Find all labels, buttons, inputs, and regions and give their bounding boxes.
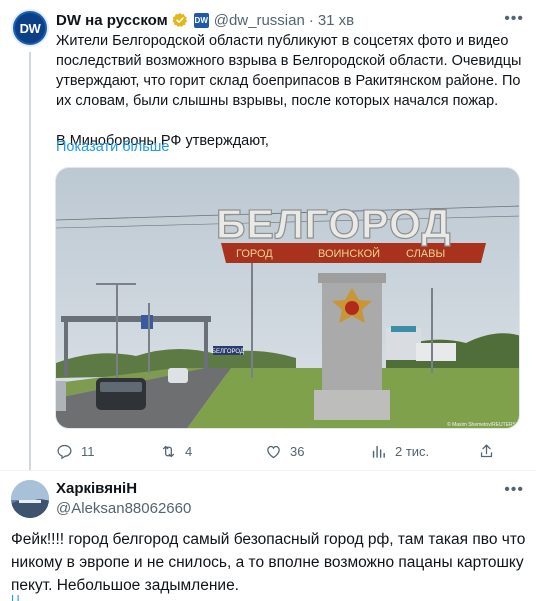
more-icon[interactable]: ••• [504, 481, 524, 499]
thread-line [29, 52, 31, 470]
tweet-text: Жители Белгородской области публикуют в … [56, 31, 526, 151]
retweet-count: 4 [185, 443, 193, 459]
truncated-link[interactable]: П [11, 595, 23, 601]
like-count: 36 [290, 443, 305, 459]
show-more-link[interactable]: Показати більше [56, 139, 169, 155]
tweet[interactable]: DW DW на русском DW @dw_russian · 31 хв … [0, 0, 536, 470]
reply-text: Фейк!!!! город белгород самый безопасный… [11, 531, 526, 594]
author-handle[interactable]: @dw_russian [214, 12, 305, 29]
tweet-image[interactable]: БЕЛГОРОД ГОРОД ВОИНСКОЙ СЛАВЫ БЕЛГОРОД ©… [55, 167, 520, 429]
road-sign-text: БЕЛГОРОД [212, 349, 244, 355]
views-icon [372, 445, 385, 458]
affiliation-badge-icon[interactable]: DW [193, 12, 209, 28]
sign-sub-2: ВОИНСКОЙ [318, 247, 380, 260]
reply-avatar-image [11, 480, 49, 518]
belgorod-sign-photo: БЕЛГОРОД ГОРОД ВОИНСКОЙ СЛАВЫ БЕЛГОРОД ©… [56, 168, 519, 428]
separator-dot: · [308, 11, 314, 29]
retweet-icon [162, 445, 175, 457]
author-name[interactable]: DW на русском [56, 12, 168, 29]
dw-logo: DW [15, 13, 45, 43]
retweet-button[interactable]: 4 [160, 441, 192, 461]
share-icon [480, 443, 493, 457]
tweet-time[interactable]: 31 хв [318, 12, 354, 29]
verified-badge-icon [172, 13, 187, 27]
reply-avatar[interactable] [11, 480, 49, 518]
views-button[interactable]: 2 тис. [370, 441, 429, 461]
photo-credit: © Maxim Shemetov/REUTERS [447, 421, 517, 428]
reply-author-handle[interactable]: @Aleksan88062660 [56, 500, 191, 517]
sign-sub-3: СЛАВЫ [406, 248, 445, 260]
reply-count: 11 [81, 443, 95, 459]
tweet-actions: 11 4 36 2 тис. [56, 441, 526, 461]
tweet-header: DW на русском DW @dw_russian · 31 хв [56, 10, 354, 30]
reply-button[interactable]: 11 [56, 441, 95, 461]
dw-avatar[interactable]: DW [11, 9, 49, 47]
reply-icon [57, 444, 72, 459]
like-button[interactable]: 36 [265, 441, 304, 461]
more-icon[interactable]: ••• [504, 10, 524, 28]
share-button[interactable] [478, 441, 495, 461]
tweet-paragraph-1: Жители Белгородской области публикуют в … [56, 33, 522, 109]
sign-main-text: БЕЛГОРОД [216, 201, 452, 247]
views-count: 2 тис. [395, 443, 430, 459]
reply-author-name[interactable]: ХарківяніН [56, 480, 137, 497]
reply-tweet[interactable]: ХарківяніН @Aleksan88062660 ••• Фейк!!!!… [0, 471, 536, 601]
like-icon [267, 445, 280, 458]
sign-sub-1: ГОРОД [236, 248, 273, 260]
